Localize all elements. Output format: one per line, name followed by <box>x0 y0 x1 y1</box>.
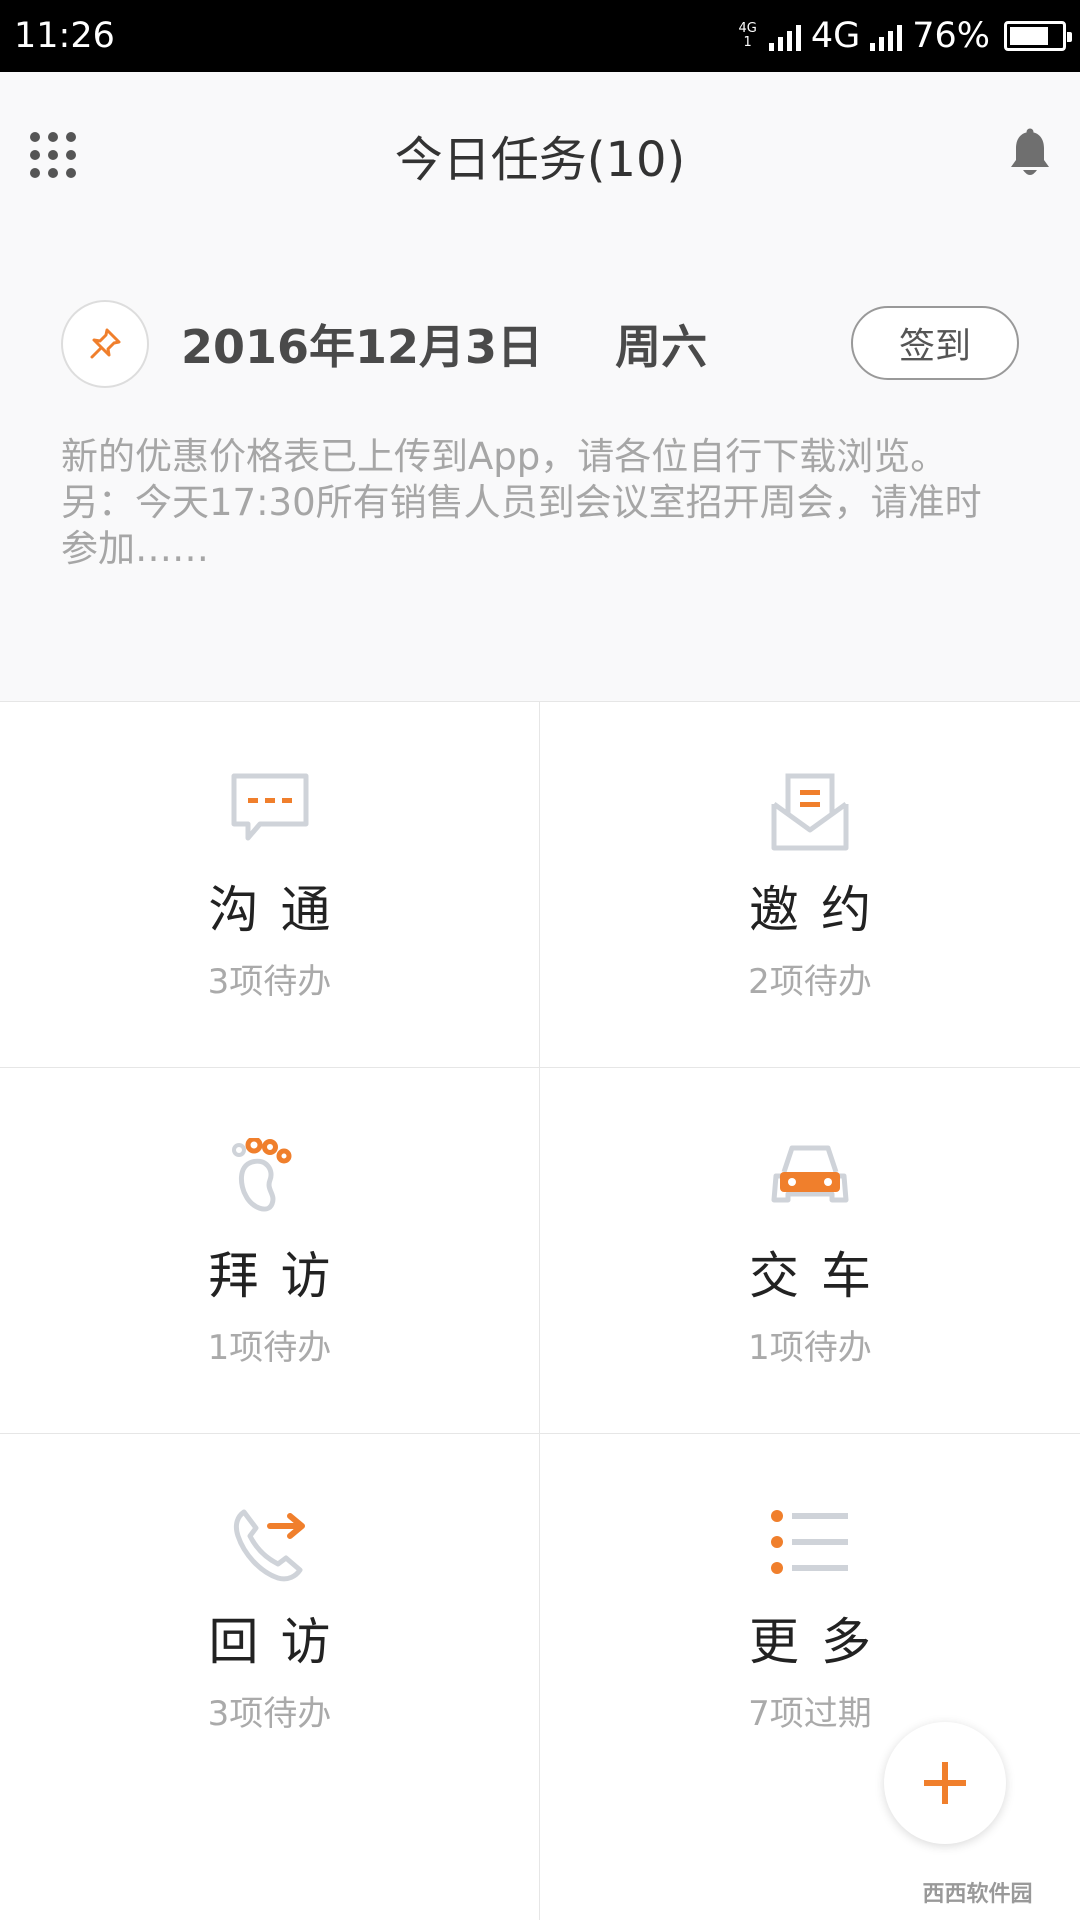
battery-icon <box>1004 21 1072 51</box>
notice-text: 新的优惠价格表已上传到App，请各位自行下载浏览。 另：今天17:30所有销售人… <box>61 434 1021 572</box>
footprint-icon <box>230 1136 310 1218</box>
watermark: 西西软件园 <box>922 1882 1033 1907</box>
weekday-text: 周六 <box>615 320 708 374</box>
envelope-icon <box>770 772 850 852</box>
car-icon <box>770 1138 850 1218</box>
signal-icon <box>870 21 903 51</box>
tile-invite[interactable]: 邀约 2项待办 <box>540 702 1080 1068</box>
tile-title: 邀约 <box>749 881 893 939</box>
date-row: 2016年12月3日 周六 签到 <box>61 300 1019 388</box>
network-type: 4G <box>810 16 861 56</box>
battery-fill <box>1010 27 1048 45</box>
notice-line: 新的优惠价格表已上传到App，请各位自行下载浏览。 <box>61 435 948 478</box>
tile-title: 拜访 <box>208 1247 353 1305</box>
header-panel: 今日任务(10) 2016年12月3日 周六 签到 新的优惠价格表已上传到App… <box>0 72 1080 702</box>
status-indicators: 4G 1 4G 76% <box>738 16 1072 56</box>
tile-title: 回访 <box>208 1613 353 1671</box>
tile-subtitle: 3项待办 <box>207 962 332 1002</box>
tile-title: 沟通 <box>208 881 353 939</box>
tile-visit[interactable]: 拜访 1项待办 <box>0 1068 540 1434</box>
tile-communicate[interactable]: 沟通 3项待办 <box>0 702 540 1068</box>
tile-subtitle: 2项待办 <box>748 962 872 1002</box>
signin-button[interactable]: 签到 <box>851 306 1019 380</box>
signal-icon <box>768 21 801 51</box>
sim1-network-label: 4G 1 <box>738 21 757 50</box>
chat-icon <box>230 772 310 852</box>
status-time: 11:26 <box>14 16 115 56</box>
notice-line: 参加…… <box>61 527 209 570</box>
tile-subtitle: 3项待办 <box>207 1694 332 1734</box>
bell-icon[interactable] <box>1008 128 1052 180</box>
tile-title: 更多 <box>749 1613 893 1671</box>
phone-callback-icon <box>230 1504 310 1584</box>
tile-subtitle: 1项待办 <box>207 1328 332 1368</box>
battery-percent: 76% <box>912 16 990 56</box>
add-button[interactable] <box>884 1722 1006 1844</box>
date-text: 2016年12月3日 <box>181 320 544 374</box>
tile-title: 交车 <box>749 1247 893 1305</box>
tile-delivery[interactable]: 交车 1项待办 <box>540 1068 1080 1434</box>
top-nav: 今日任务(10) <box>0 72 1080 236</box>
list-icon <box>770 1504 850 1584</box>
plus-icon <box>924 1762 966 1804</box>
pin-icon <box>61 300 149 388</box>
page-title: 今日任务(10) <box>394 132 686 188</box>
tile-subtitle: 1项待办 <box>748 1328 872 1368</box>
status-bar: 11:26 4G 1 4G 76% <box>0 0 1080 72</box>
notice-line: 另：今天17:30所有销售人员到会议室招开周会，请准时 <box>61 481 982 524</box>
tile-callback[interactable]: 回访 3项待办 <box>0 1434 540 1920</box>
tile-subtitle: 7项过期 <box>748 1694 872 1734</box>
tile-more[interactable]: 更多 7项过期 <box>540 1434 1080 1920</box>
